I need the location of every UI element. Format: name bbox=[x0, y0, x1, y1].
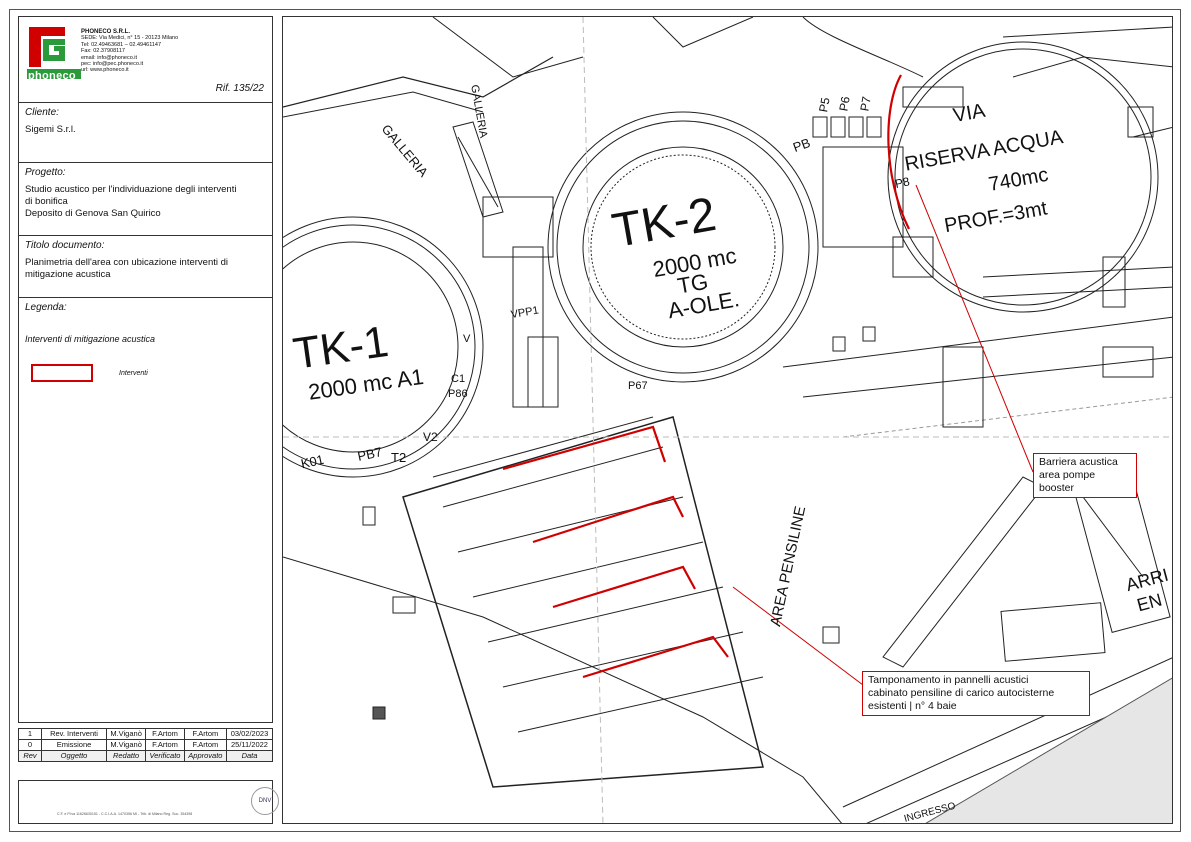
client-value: Sigemi S.r.l. bbox=[25, 124, 76, 135]
p67-label: P67 bbox=[628, 380, 648, 392]
project-line: di bonifica bbox=[25, 196, 68, 207]
acoustic-panel-line bbox=[582, 635, 729, 679]
p7-label: P7 bbox=[857, 95, 873, 112]
c1-label: C1 bbox=[451, 373, 465, 385]
project-label: Progetto: bbox=[25, 167, 66, 178]
pb7-label: PB7 bbox=[356, 444, 383, 464]
dnv-label: DNV bbox=[258, 798, 272, 804]
dnv-certification-icon: DNV bbox=[251, 787, 279, 815]
reservoir-line3: PROF.=3mt bbox=[943, 197, 1050, 237]
table-cell: 0 bbox=[18, 739, 42, 751]
address-line: Tel: 02.49463681 – 02.49461147 bbox=[81, 41, 162, 48]
footer-box: C.F. e P.Iva 11626630151 - C.C.I.A.A. 14… bbox=[18, 780, 279, 824]
t2-label: T2 bbox=[391, 450, 406, 465]
legal-info: C.F. e P.Iva 11626630151 - C.C.I.A.A. 14… bbox=[57, 812, 193, 816]
table-header: Verificato bbox=[145, 750, 185, 762]
callout-line: Tamponamento in pannelli acustici bbox=[868, 674, 1029, 686]
reservoir-capacity: 740mc bbox=[987, 164, 1050, 196]
table-cell: F.Artom bbox=[183, 728, 227, 740]
acoustic-panel-line bbox=[502, 425, 667, 471]
project-box: Progetto: Studio acustico per l'individu… bbox=[19, 163, 272, 236]
tank-tk2-line3: A-OLE. bbox=[666, 286, 741, 323]
area-pensiline-label: AREA PENSILINE bbox=[767, 505, 809, 628]
site-plan-map: TK-1 2000 mc A1 TK-2 2000 mc TG A-OLE. V… bbox=[282, 16, 1173, 824]
client-box: Cliente: Sigemi S.r.l. bbox=[19, 103, 272, 163]
client-label: Cliente: bbox=[25, 107, 59, 118]
address-line: Fax: 02.37908117 bbox=[81, 48, 125, 55]
acoustic-panel-line bbox=[532, 495, 684, 544]
title-block: phoneco PHONECO S.R.L. SEDE: Via Medici,… bbox=[18, 16, 273, 723]
company-name: PHONECO S.R.L. bbox=[81, 29, 131, 35]
callout-line: booster bbox=[1039, 482, 1075, 494]
document-title-line: mitigazione acustica bbox=[25, 269, 111, 280]
table-header: Redatto bbox=[105, 750, 147, 762]
table-cell: Emissione bbox=[41, 739, 107, 751]
table-cell: M.Viganò bbox=[105, 739, 147, 751]
project-line: Studio acustico per l'individuazione deg… bbox=[25, 184, 237, 195]
p6-label: P6 bbox=[836, 95, 852, 112]
callout-line: cabinato pensiline di carico autocistern… bbox=[868, 687, 1055, 699]
table-cell: 1 bbox=[18, 728, 42, 740]
p86-label: P86 bbox=[448, 388, 468, 400]
table-cell: 25/11/2022 bbox=[225, 739, 274, 751]
table-header: Oggetto bbox=[41, 750, 107, 762]
legend-label: Legenda: bbox=[25, 302, 67, 313]
vpp1-label: VPP1 bbox=[510, 304, 540, 321]
company-info: PHONECO S.R.L. SEDE: Via Medici, n° 15 -… bbox=[81, 29, 178, 74]
revision-table: 1 Rev. Interventi M.Viganò F.Artom F.Art… bbox=[18, 728, 274, 762]
table-cell: F.Artom bbox=[145, 739, 185, 751]
galleria-label: GALLERIA bbox=[468, 84, 489, 140]
document-title-line: Planimetria dell'area con ubicazione int… bbox=[25, 257, 229, 268]
legend-swatch bbox=[31, 364, 93, 382]
v-label: V bbox=[463, 333, 471, 345]
table-row: 1 Rev. Interventi M.Viganò F.Artom F.Art… bbox=[18, 728, 274, 740]
table-row: 0 Emissione M.Viganò F.Artom F.Artom 25/… bbox=[18, 739, 274, 751]
legend-subtitle: Interventi di mitigazione acustica bbox=[25, 334, 156, 344]
address-line: url: www.phoneco.it bbox=[81, 67, 129, 74]
table-cell: F.Artom bbox=[145, 728, 185, 740]
table-header: Rev bbox=[18, 750, 42, 762]
reference-number: Rif. 135/22 bbox=[215, 83, 264, 94]
table-cell: M.Viganò bbox=[105, 728, 147, 740]
arrivo-label: EN bbox=[1135, 590, 1164, 616]
table-header: Data bbox=[225, 750, 274, 762]
table-cell: F.Artom bbox=[183, 739, 227, 751]
logo-wordmark: phoneco bbox=[28, 70, 76, 82]
callout-line: area pompe bbox=[1039, 469, 1096, 481]
table-header: Approvato bbox=[183, 750, 227, 762]
pb-label: PB bbox=[791, 135, 812, 155]
p5-label: P5 bbox=[816, 96, 832, 113]
project-line: Deposito di Genova San Quirico bbox=[25, 208, 161, 219]
legend-item-label: Interventi bbox=[119, 370, 148, 377]
callout-line: Barriera acustica bbox=[1039, 456, 1118, 468]
table-cell: 03/02/2023 bbox=[225, 728, 274, 740]
v2-label: V2 bbox=[423, 430, 438, 444]
address-line: email: info@phoneco.it bbox=[81, 54, 138, 61]
address-line: pec: info@pec.phoneco.it bbox=[81, 61, 144, 68]
legend-box: Legenda: Interventi di mitigazione acust… bbox=[19, 298, 272, 722]
callout-acoustic-panels: Tamponamento in pannelli acustici cabina… bbox=[862, 671, 1090, 716]
k01-label: K01 bbox=[299, 452, 325, 471]
document-title-box: Titolo documento: Planimetria dell'area … bbox=[19, 236, 272, 298]
table-cell: Rev. Interventi bbox=[41, 728, 107, 740]
reservoir-line1: VIA bbox=[951, 100, 987, 127]
address-line: SEDE: Via Medici, n° 15 - 20123 Milano bbox=[81, 35, 179, 42]
p8-label: P8 bbox=[894, 174, 912, 191]
document-title-label: Titolo documento: bbox=[25, 240, 105, 251]
galleria-label: GALLERIA bbox=[379, 121, 432, 180]
callout-acoustic-barrier: Barriera acustica area pompe booster bbox=[1033, 453, 1137, 498]
company-header: phoneco PHONECO S.R.L. SEDE: Via Medici,… bbox=[19, 17, 272, 103]
table-header-row: Rev Oggetto Redatto Verificato Approvato… bbox=[18, 750, 274, 762]
callout-line: esistenti | n° 4 baie bbox=[868, 700, 957, 712]
